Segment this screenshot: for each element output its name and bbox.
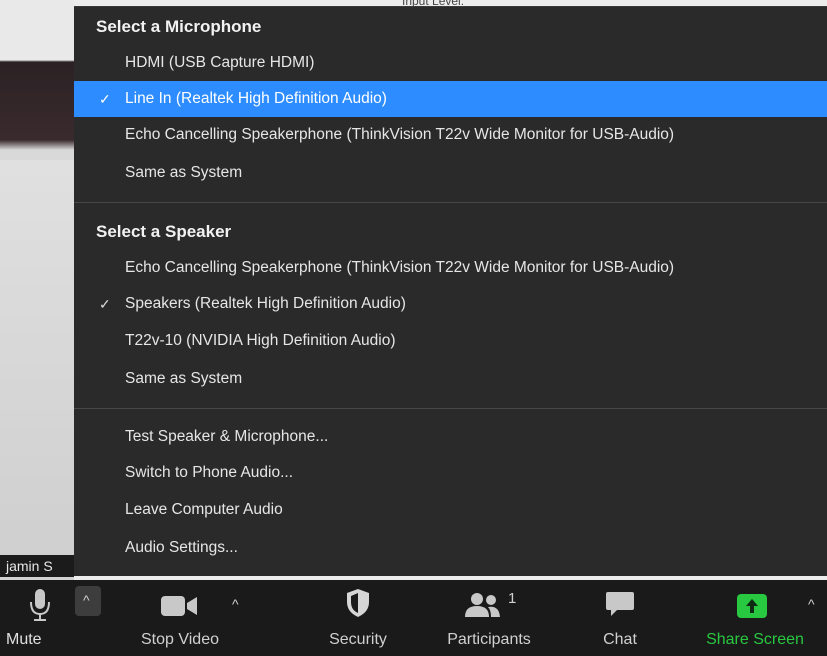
switch-to-phone-audio-item[interactable]: Switch to Phone Audio... [74, 455, 827, 491]
speaker-option-label: Same as System [125, 370, 243, 387]
microphone-option-label: Same as System [125, 164, 243, 181]
action-label: Switch to Phone Audio... [125, 464, 294, 481]
audio-options-caret-button[interactable]: ^ [75, 586, 101, 616]
stop-video-label: Stop Video [141, 631, 219, 648]
menu-divider [74, 202, 827, 203]
speaker-option-label: Speakers (Realtek High Definition Audio) [125, 295, 406, 312]
checkmark-icon: ✓ [99, 91, 111, 107]
video-options-chevron-up-icon[interactable]: ^ [232, 596, 239, 612]
menu-item-microphone-selected[interactable]: ✓ Line In (Realtek High Definition Audio… [74, 81, 827, 117]
participants-icon [465, 593, 500, 617]
audio-settings-item[interactable]: Audio Settings... [74, 530, 827, 566]
share-screen-arrow-icon [737, 594, 767, 618]
microphone-option-label: HDMI (USB Capture HDMI) [125, 54, 315, 71]
participants-label: Participants [447, 631, 531, 648]
share-options-chevron-up-icon[interactable]: ^ [808, 596, 815, 612]
share-screen-label: Share Screen [706, 631, 804, 648]
participants-count: 1 [508, 590, 517, 607]
microphone-icon [30, 589, 50, 621]
menu-item-speaker[interactable]: Same as System [74, 361, 827, 397]
menu-divider [74, 408, 827, 409]
test-speaker-microphone-item[interactable]: Test Speaker & Microphone... [74, 419, 827, 455]
chat-bubble-icon [606, 592, 634, 616]
security-button[interactable]: Security [316, 580, 400, 656]
speaker-option-label: Echo Cancelling Speakerphone (ThinkVisio… [125, 259, 675, 276]
chat-button[interactable]: Chat [588, 580, 652, 656]
participants-button[interactable]: 1 Participants [436, 580, 542, 656]
stop-video-button[interactable]: Stop Video [130, 580, 230, 656]
share-screen-button[interactable]: Share Screen [698, 580, 812, 656]
video-background [0, 160, 74, 560]
audio-options-menu: Select a Microphone HDMI (USB Capture HD… [74, 6, 827, 576]
menu-item-speaker[interactable]: T22v-10 (NVIDIA High Definition Audio) [74, 323, 827, 359]
chat-label: Chat [603, 631, 637, 648]
shield-icon [347, 589, 369, 617]
microphone-option-label: Line In (Realtek High Definition Audio) [125, 90, 387, 107]
action-label: Leave Computer Audio [125, 501, 283, 518]
checkmark-icon: ✓ [99, 296, 111, 312]
mute-label: Mute [6, 631, 42, 648]
mute-button[interactable]: Mute [6, 580, 72, 656]
menu-item-microphone[interactable]: Same as System [74, 155, 827, 191]
action-label: Test Speaker & Microphone... [125, 428, 329, 445]
menu-item-microphone[interactable]: HDMI (USB Capture HDMI) [74, 45, 827, 81]
participant-video [0, 0, 74, 580]
speaker-section-title: Select a Speaker [96, 222, 232, 241]
leave-computer-audio-item[interactable]: Leave Computer Audio [74, 492, 827, 528]
participant-name-tag: jamin S [0, 555, 74, 577]
microphone-option-label: Echo Cancelling Speakerphone (ThinkVisio… [125, 126, 675, 143]
security-label: Security [329, 631, 387, 648]
chevron-up-icon: ^ [83, 592, 90, 608]
speaker-option-label: T22v-10 (NVIDIA High Definition Audio) [125, 332, 396, 349]
action-label: Audio Settings... [125, 539, 238, 556]
meeting-toolbar: Mute ^ Stop Video ^ Security 1 Participa… [0, 580, 827, 656]
menu-item-microphone[interactable]: Echo Cancelling Speakerphone (ThinkVisio… [74, 117, 827, 153]
menu-item-speaker[interactable]: Echo Cancelling Speakerphone (ThinkVisio… [74, 250, 827, 286]
microphone-section-title: Select a Microphone [96, 17, 262, 36]
video-camera-icon [161, 596, 197, 616]
menu-item-speaker-selected[interactable]: ✓ Speakers (Realtek High Definition Audi… [74, 286, 827, 322]
